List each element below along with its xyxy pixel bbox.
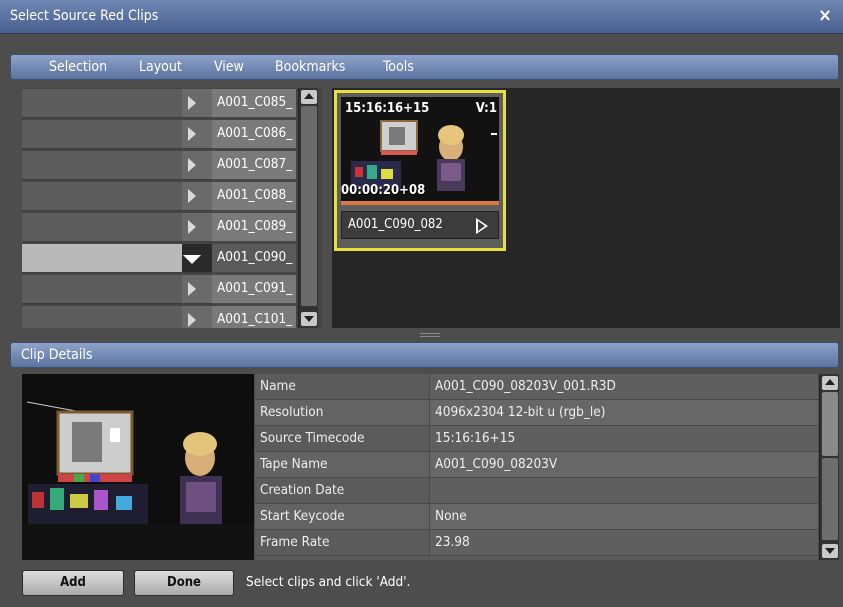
property-row: Source Timecode 15:16:16+15 [255, 426, 818, 452]
property-row: Name A001_C090_08203V_001.R3D [255, 374, 818, 400]
clip-row[interactable]: A001_C091_ [22, 274, 322, 305]
tile-duration: 00:00:20+08 [341, 183, 426, 198]
clip-row[interactable]: A001_C089_ [22, 212, 322, 243]
scroll-thumb[interactable] [822, 392, 838, 456]
scroll-down-icon[interactable] [822, 544, 838, 558]
property-value: A001_C090_08203V [435, 456, 558, 472]
panel-splitter[interactable] [420, 333, 440, 337]
clip-tree: A001_C085_ A001_C086_ A001_C087_ A001_C0… [22, 88, 322, 328]
clip-details-header: Clip Details [10, 342, 839, 368]
property-value: 4096x2304 12-bit u (rgb_le) [435, 404, 606, 420]
property-row: Frame Rate 23.98 [255, 530, 818, 556]
property-value: 23.98 [435, 534, 470, 550]
clip-browser: A001_C085_ A001_C086_ A001_C087_ A001_C0… [22, 88, 840, 330]
expand-arrow-icon[interactable] [188, 96, 196, 110]
expand-arrow-icon[interactable] [188, 282, 196, 296]
property-row: Resolution 4096x2304 12-bit u (rgb_le) [255, 400, 818, 426]
property-key: Tape Name [260, 456, 328, 472]
clip-name: A001_C085_ [217, 94, 293, 110]
property-row: Tape Name A001_C090_08203V [255, 452, 818, 478]
expand-arrow-icon[interactable] [188, 220, 196, 234]
done-button[interactable]: Done [134, 570, 234, 596]
property-key: Creation Date [260, 482, 345, 498]
property-value: 15:16:16+15 [435, 430, 516, 446]
menu-tools[interactable]: Tools [383, 59, 414, 75]
scroll-track[interactable] [822, 458, 838, 540]
play-icon[interactable] [476, 218, 488, 234]
tile-label: A001_C090_082 [341, 211, 499, 239]
window-title: Select Source Red Clips [10, 8, 159, 24]
menu-bar: Selection Layout View Bookmarks Tools [10, 54, 839, 80]
clip-name: A001_C087_ [217, 156, 293, 172]
clip-row[interactable]: A001_C088_ [22, 181, 322, 212]
property-key: Name [260, 378, 296, 394]
property-key: Start Keycode [260, 508, 345, 524]
expand-arrow-icon[interactable] [188, 127, 196, 141]
clip-name: A001_C086_ [217, 125, 293, 141]
clip-properties-table: Name A001_C090_08203V_001.R3D Resolution… [255, 374, 818, 560]
clip-row[interactable]: A001_C101_ [22, 305, 322, 328]
property-key: Resolution [260, 404, 324, 420]
clip-bin: 15:16:16+15 V:1 00:00:20+08 A001_C090_08… [332, 88, 840, 328]
expand-arrow-icon[interactable] [188, 158, 196, 172]
add-button[interactable]: Add [22, 570, 124, 596]
clip-name: A001_C090_ [217, 249, 293, 265]
scroll-up-icon[interactable] [301, 90, 317, 104]
status-message: Select clips and click 'Add'. [246, 574, 411, 590]
clip-row-selected[interactable]: A001_C090_ [22, 243, 322, 274]
scroll-thumb[interactable] [301, 106, 317, 306]
menu-layout[interactable]: Layout [139, 59, 182, 75]
menu-view[interactable]: View [214, 59, 244, 75]
tile-version: V:1 [475, 101, 497, 116]
property-key: Source Timecode [260, 430, 365, 446]
scroll-down-icon[interactable] [301, 312, 317, 326]
tile-clip-name: A001_C090_082 [348, 217, 443, 232]
clip-preview-image [22, 374, 254, 560]
menu-selection[interactable]: Selection [49, 59, 107, 75]
expand-arrow-icon[interactable] [188, 313, 196, 327]
tile-timecode-start: 15:16:16+15 [345, 101, 430, 116]
clip-name: A001_C088_ [217, 187, 293, 203]
property-key: Frame Rate [260, 534, 330, 550]
clip-list-scrollbar[interactable] [298, 88, 318, 328]
clip-row[interactable]: A001_C085_ [22, 88, 322, 119]
clip-details-title: Clip Details [21, 347, 93, 363]
collapse-arrow-icon[interactable] [183, 255, 201, 264]
clip-name: A001_C089_ [217, 218, 293, 234]
tile-progress-bar [341, 201, 499, 205]
clip-name: A001_C091_ [217, 280, 293, 296]
property-row: Creation Date [255, 478, 818, 504]
title-bar: Select Source Red Clips × [0, 0, 843, 34]
clip-row[interactable]: A001_C086_ [22, 119, 322, 150]
clip-row[interactable]: A001_C087_ [22, 150, 322, 181]
property-value: None [435, 508, 467, 524]
property-row: Start Keycode None [255, 504, 818, 530]
clip-name: A001_C101_ [217, 311, 293, 327]
scroll-up-icon[interactable] [822, 376, 838, 390]
clip-tile[interactable]: 15:16:16+15 V:1 00:00:20+08 A001_C090_08… [334, 90, 506, 251]
details-scrollbar[interactable] [819, 374, 839, 560]
menu-bookmarks[interactable]: Bookmarks [275, 59, 345, 75]
expand-arrow-icon[interactable] [188, 189, 196, 203]
property-value: A001_C090_08203V_001.R3D [435, 378, 616, 394]
close-icon[interactable]: × [815, 6, 835, 26]
